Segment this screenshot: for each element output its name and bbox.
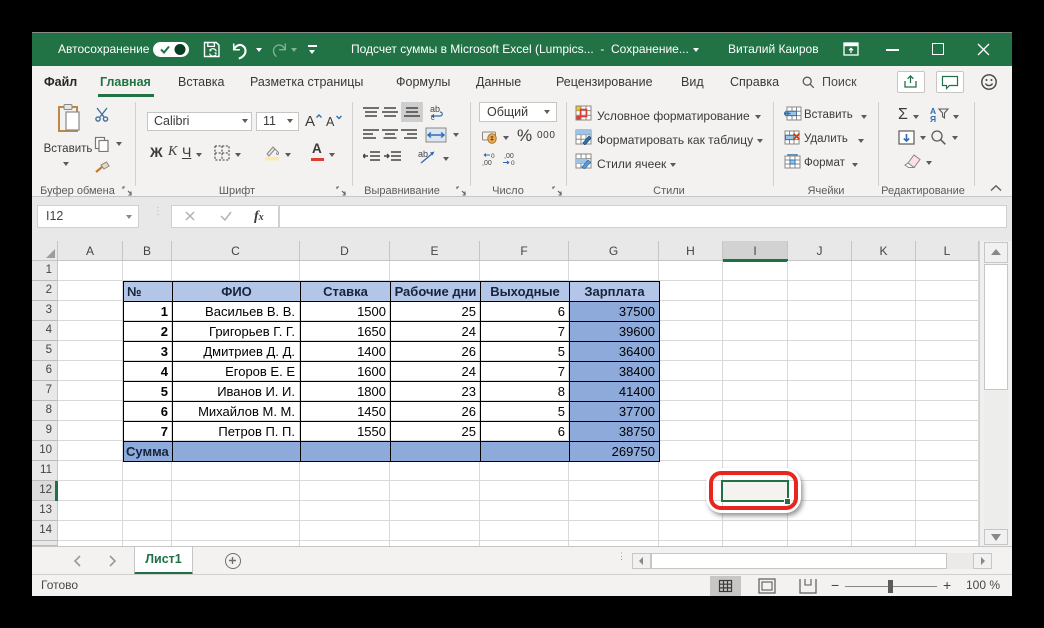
- svg-text:0: 0: [491, 153, 495, 160]
- svg-text:Я: Я: [930, 114, 936, 122]
- svg-text:ab: ab: [430, 104, 440, 114]
- svg-text:A: A: [305, 113, 315, 129]
- svg-text:,00: ,00: [504, 153, 514, 160]
- svg-text:c: c: [431, 115, 435, 120]
- svg-text:,00: ,00: [482, 160, 492, 166]
- svg-text:0: 0: [511, 160, 515, 166]
- svg-text:A: A: [326, 115, 335, 129]
